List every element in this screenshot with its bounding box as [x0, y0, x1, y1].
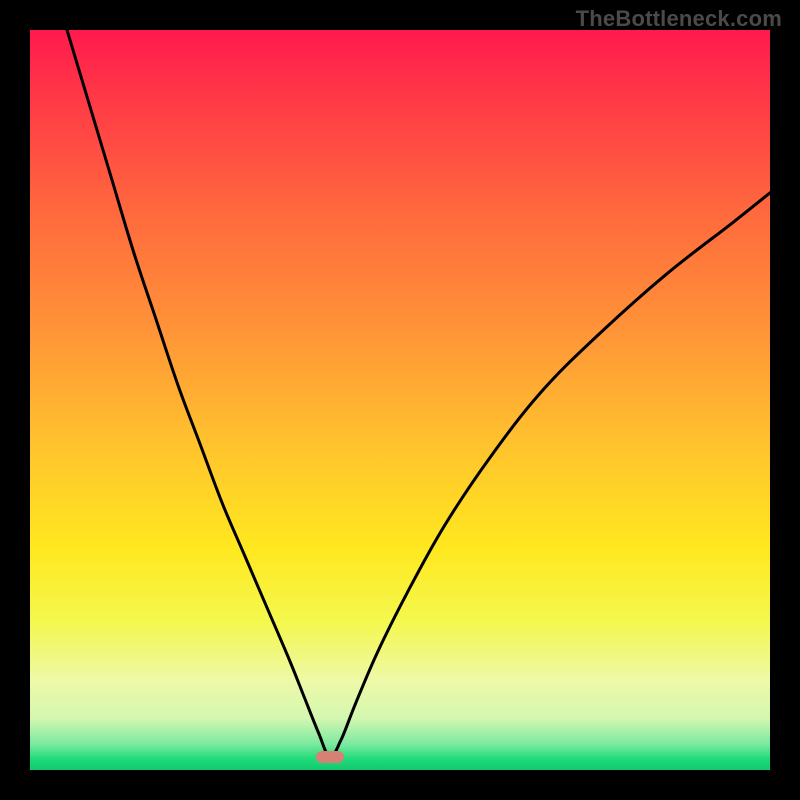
bottleneck-curve	[30, 30, 770, 770]
watermark-text: TheBottleneck.com	[576, 6, 782, 32]
optimal-marker	[316, 751, 344, 763]
plot-area	[30, 30, 770, 770]
chart-frame: TheBottleneck.com	[0, 0, 800, 800]
